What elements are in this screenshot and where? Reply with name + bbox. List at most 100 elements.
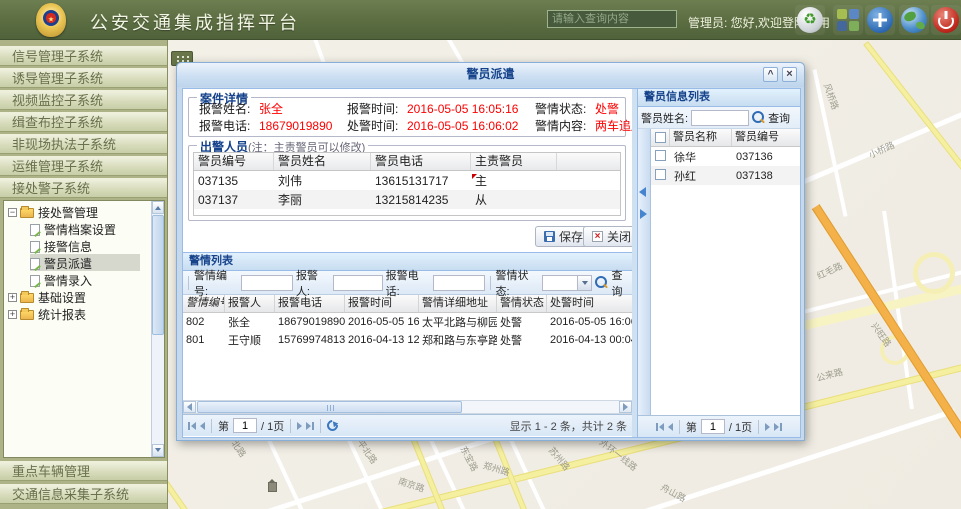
leaf-icon xyxy=(30,224,40,236)
caller-phone-input[interactable] xyxy=(433,275,485,291)
add-button[interactable] xyxy=(865,5,895,35)
tree-node-label: 警情录入 xyxy=(44,272,92,289)
officer-name-input[interactable] xyxy=(691,110,749,126)
tree-node-archive[interactable]: 警情档案设置 xyxy=(30,221,116,238)
first-page-button[interactable] xyxy=(656,423,664,431)
tree-node-receive[interactable]: 接警信息 xyxy=(30,238,92,255)
search-icon[interactable] xyxy=(752,111,765,124)
table-row[interactable]: 801 王守顺 15769974813 2016-04-13 12:... 郑和… xyxy=(183,331,632,349)
horizontal-scrollbar[interactable] xyxy=(183,400,632,414)
column-header[interactable]: 报警电话 xyxy=(275,295,345,312)
column-header[interactable]: 警员编号 xyxy=(194,153,274,170)
table-row[interactable]: 孙红 037138 xyxy=(651,166,800,185)
dispatch-grid-header[interactable]: 警员编号 警员姓名 警员电话 主责警员 xyxy=(194,153,620,171)
checkbox[interactable] xyxy=(655,169,666,180)
column-header[interactable]: 主责警员 xyxy=(471,153,557,170)
incident-id-input[interactable] xyxy=(241,275,293,291)
column-header-sorted[interactable]: 警情编号 xyxy=(183,295,225,312)
tree-node-label: 统计报表 xyxy=(38,306,86,323)
logout-button[interactable] xyxy=(931,5,961,35)
last-page-button[interactable] xyxy=(774,423,782,431)
table-row[interactable]: 802 张全 18679019890 2016-05-05 16:... 太平北… xyxy=(183,313,632,331)
tree-node-basic-settings[interactable]: + 基础设置 xyxy=(4,289,86,306)
tree-node-root[interactable]: − 接处警管理 xyxy=(4,204,98,221)
sidebar-item-dispatch[interactable]: 接处警子系统 xyxy=(0,178,167,198)
sidebar-item-key-vehicles[interactable]: 重点车辆管理 xyxy=(0,461,167,481)
page-suffix: / 1页 xyxy=(261,418,284,434)
incident-status-input[interactable] xyxy=(542,275,578,291)
last-page-button[interactable] xyxy=(306,422,314,430)
next-page-button[interactable] xyxy=(297,422,302,430)
column-header[interactable]: 警员名称 xyxy=(670,129,732,146)
map-building-icon xyxy=(268,482,277,492)
column-header[interactable]: 报警时间 xyxy=(345,295,419,312)
scroll-up-icon[interactable] xyxy=(152,201,164,214)
combo-arrow-icon[interactable] xyxy=(577,275,592,291)
incident-search-button[interactable]: 查询 xyxy=(611,267,632,299)
table-row[interactable]: 037135 刘伟 13615131717 主 xyxy=(194,171,620,190)
prev-page-button[interactable] xyxy=(668,423,673,431)
tree-node-dispatch-selected[interactable]: 警员派遣 xyxy=(30,255,92,272)
officer-search-button[interactable]: 查询 xyxy=(768,110,790,126)
column-header[interactable]: 处警时间 xyxy=(547,295,632,312)
scrollbar-thumb[interactable] xyxy=(152,215,164,335)
scroll-right-icon[interactable] xyxy=(619,401,632,413)
tree-node-entry[interactable]: 警情录入 xyxy=(30,272,92,289)
table-row[interactable]: 徐华 037136 xyxy=(651,147,800,166)
sidebar-item-signal[interactable]: 信号管理子系统 xyxy=(0,46,167,66)
window-body: 案件详情 报警姓名: 张全 报警时间: 2016-05-05 16:05:16 … xyxy=(182,88,801,438)
tree-node-statistics[interactable]: + 统计报表 xyxy=(4,306,86,323)
sidebar-item-video[interactable]: 视频监控子系统 xyxy=(0,90,167,110)
select-all-checkbox-cell[interactable] xyxy=(651,129,670,146)
primary-officer-cell: 主 xyxy=(471,172,557,189)
column-header[interactable]: 警情详细地址 xyxy=(419,295,497,312)
collapse-window-icon[interactable] xyxy=(763,67,778,82)
refresh-icon[interactable] xyxy=(325,418,340,433)
scrollbar-thumb[interactable] xyxy=(197,401,462,413)
officer-grid-header[interactable]: 警员名称 警员编号 xyxy=(651,129,800,147)
incident-status-combo[interactable] xyxy=(542,275,592,291)
transfer-right-icon[interactable] xyxy=(640,209,647,219)
header-search-input[interactable] xyxy=(547,10,677,28)
column-header[interactable]: 警员姓名 xyxy=(274,153,371,170)
collapse-expander-icon[interactable]: − xyxy=(8,208,17,217)
sidebar-item-guidance[interactable]: 诱导管理子系统 xyxy=(0,68,167,88)
officer-list-panel: 警员信息列表 警员姓名: 查询 警员名称 警员编号 xyxy=(637,89,800,437)
column-header[interactable]: 警员电话 xyxy=(371,153,471,170)
incident-pagination-bar: 第 / 1页 显示 1 - 2 条，共计 2 条 xyxy=(183,414,632,436)
scroll-left-icon[interactable] xyxy=(183,401,196,413)
page-number-input[interactable] xyxy=(701,419,725,434)
apps-grid-icon xyxy=(836,8,860,32)
recycle-button[interactable]: ♻ xyxy=(795,5,825,35)
page-number-input[interactable] xyxy=(233,418,257,433)
transfer-left-icon[interactable] xyxy=(639,187,646,197)
column-header[interactable]: 警员编号 xyxy=(732,129,800,146)
prev-page-button[interactable] xyxy=(200,422,205,430)
next-page-button[interactable] xyxy=(765,423,770,431)
expand-expander-icon[interactable]: + xyxy=(8,310,17,319)
checkbox[interactable] xyxy=(655,132,666,143)
tree-scrollbar[interactable] xyxy=(151,201,164,457)
search-icon[interactable] xyxy=(595,276,608,289)
scroll-down-icon[interactable] xyxy=(152,444,164,457)
apps-grid-button[interactable] xyxy=(833,5,863,35)
app-title: 公安交通集成指挥平台 xyxy=(90,9,300,35)
column-header[interactable]: 报警人 xyxy=(225,295,275,312)
first-page-button[interactable] xyxy=(188,422,196,430)
leaf-icon xyxy=(30,275,40,287)
sidebar-item-traffic-info[interactable]: 交通信息采集子系统 xyxy=(0,484,167,504)
map-road-label: 公来路 xyxy=(815,365,844,385)
sidebar-item-maintenance[interactable]: 运维管理子系统 xyxy=(0,156,167,176)
sidebar-item-checkcontrol[interactable]: 缉查布控子系统 xyxy=(0,112,167,132)
incident-grid-header[interactable]: 警情编号 报警人 报警电话 报警时间 警情详细地址 警情状态 处警时间 xyxy=(183,295,632,313)
checkbox[interactable] xyxy=(655,150,666,161)
table-row[interactable]: 037137 李丽 13215814235 从 xyxy=(194,190,620,209)
expand-expander-icon[interactable]: + xyxy=(8,293,17,302)
map-mode-button[interactable] xyxy=(899,5,929,35)
map-road-yellow xyxy=(168,454,201,509)
sidebar-item-offsite[interactable]: 非现场执法子系统 xyxy=(0,134,167,154)
column-header[interactable]: 警情状态 xyxy=(497,295,547,312)
sidebar-tree: − 接处警管理 警情档案设置 接警信息 警员派遣 警情录入 + xyxy=(3,200,165,458)
close-window-icon[interactable] xyxy=(782,67,797,82)
caller-name-input[interactable] xyxy=(333,275,383,291)
